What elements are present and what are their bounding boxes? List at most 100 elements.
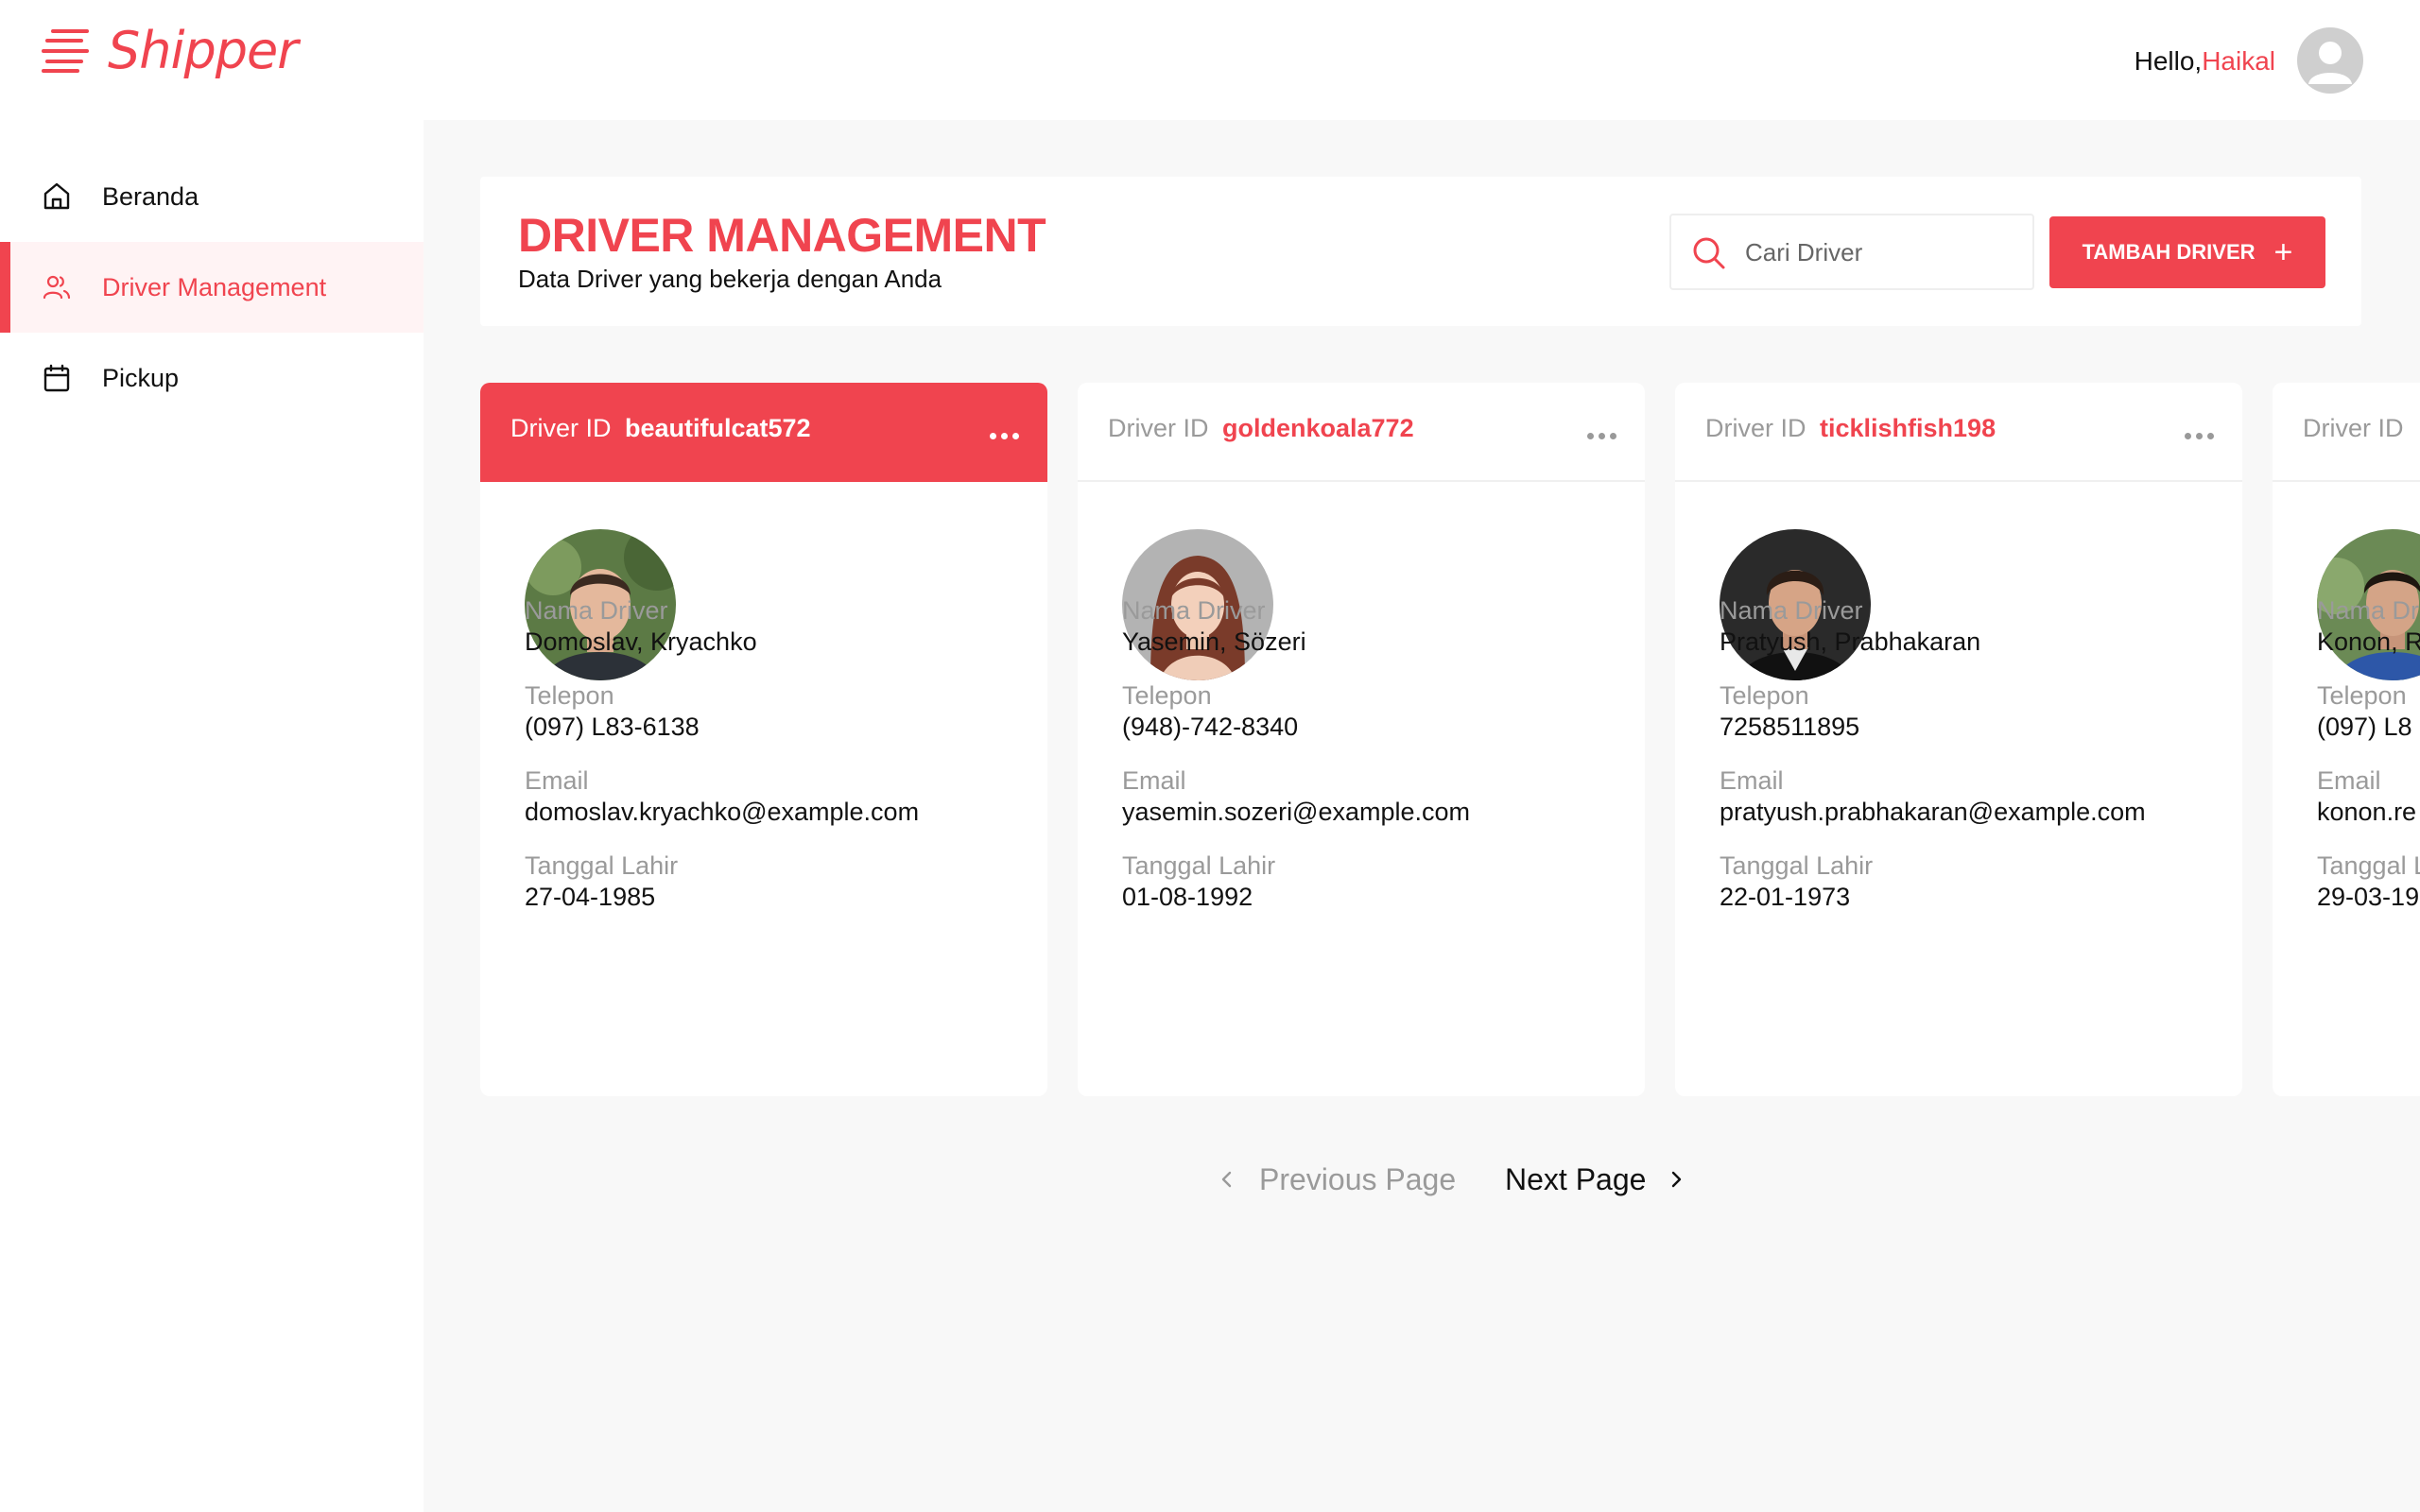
chevron-left-icon	[1221, 1171, 1232, 1188]
page-title: DRIVER MANAGEMENT	[518, 209, 1046, 262]
more-options-icon[interactable]	[2176, 413, 2221, 458]
driver-card-list[interactable]: Driver ID beautifulcat572 Nama Driver Do…	[480, 383, 2420, 1101]
driver-email-value: pratyush.prabhakaran@example.com	[1720, 798, 2146, 826]
calendar-icon	[43, 364, 70, 392]
more-options-icon[interactable]	[981, 413, 1027, 458]
driver-dob-label: Tanggal Lahir	[525, 851, 679, 880]
users-icon	[43, 275, 71, 300]
driver-name-field: Nama Driver Yasemin, Sözeri	[1122, 595, 1306, 658]
plus-icon: +	[2273, 234, 2293, 270]
driver-phone-value: (097) L83-6138	[525, 713, 700, 741]
driver-email-field: Email pratyush.prabhakaran@example.com	[1720, 765, 2146, 828]
driver-email-label: Email	[2317, 766, 2381, 795]
driver-phone-field: Telepon (097) L8	[2317, 680, 2412, 743]
driver-card-header: Driver ID beautifulcat572	[480, 383, 1047, 482]
driver-dob-field: Tanggal Lahir 29-03-19	[2317, 850, 2420, 913]
driver-card[interactable]: Driver ID ticklishfish198 Nama Driver Pr…	[1675, 383, 2242, 1096]
next-page-label: Next Page	[1505, 1161, 1647, 1196]
driver-email-field: Email domoslav.kryachko@example.com	[525, 765, 919, 828]
sidebar-item-driver-management[interactable]: Driver Management	[0, 242, 424, 333]
driver-name-label: Nama Driver	[525, 596, 668, 625]
driver-name-field: Nama Driver Domoslav, Kryachko	[525, 595, 757, 658]
driver-id-value: ticklishfish198	[1820, 414, 1996, 442]
driver-dob-label: Tanggal Lahir	[1720, 851, 1874, 880]
driver-name-label: Nama Driver	[1122, 596, 1266, 625]
sidebar-item-label: Driver Management	[102, 272, 327, 301]
driver-id-value: goldenkoala772	[1222, 414, 1414, 442]
driver-email-value: konon.re	[2317, 798, 2417, 826]
driver-name-label: Nama Driver	[1720, 596, 1863, 625]
home-icon	[43, 182, 70, 210]
driver-card[interactable]: Driver ID beautifulcat572 Nama Driver Do…	[480, 383, 1047, 1096]
sidebar: Beranda Driver Management Pickup	[0, 120, 424, 1512]
brand-name: Shipper	[108, 21, 298, 80]
driver-name-value: Pratyush, Prabhakaran	[1720, 627, 1981, 656]
shipper-logo-icon	[42, 29, 89, 73]
previous-page-label: Previous Page	[1259, 1161, 1457, 1196]
page-header: DRIVER MANAGEMENT Data Driver yang beker…	[480, 177, 2361, 326]
driver-phone-value: (097) L8	[2317, 713, 2412, 741]
driver-name-field: Nama Driver Pratyush, Prabhakaran	[1720, 595, 1980, 658]
driver-phone-field: Telepon (948)-742-8340	[1122, 680, 1298, 743]
driver-email-label: Email	[1122, 766, 1186, 795]
next-page-button[interactable]: Next Page	[1505, 1155, 1685, 1204]
add-driver-button-label: TAMBAH DRIVER	[2082, 240, 2256, 264]
driver-email-field: Email yasemin.sozeri@example.com	[1122, 765, 1470, 828]
driver-id-value: beautifulcat572	[625, 414, 811, 442]
driver-name-value: Konon, R	[2317, 627, 2420, 656]
user-avatar-icon[interactable]	[2297, 27, 2363, 94]
driver-dob-value: 29-03-19	[2317, 883, 2420, 911]
search-input[interactable]	[1745, 232, 2019, 272]
driver-card[interactable]: Driver ID goldenkoala772 Nama Driver Yas…	[1078, 383, 1645, 1096]
driver-dob-value: 27-04-1985	[525, 883, 656, 911]
driver-dob-value: 01-08-1992	[1122, 883, 1253, 911]
driver-dob-value: 22-01-1973	[1720, 883, 1851, 911]
driver-id-label: Driver ID	[2303, 414, 2404, 442]
driver-name-value: Domoslav, Kryachko	[525, 627, 757, 656]
previous-page-button[interactable]: Previous Page	[1218, 1155, 1456, 1204]
search-icon	[1693, 237, 1725, 269]
driver-id-label: Driver ID	[1705, 414, 1806, 442]
driver-dob-label: Tanggal Lahir	[1122, 851, 1276, 880]
driver-phone-label: Telepon	[1720, 681, 1809, 710]
driver-dob-field: Tanggal Lahir 22-01-1973	[1720, 850, 1873, 913]
chevron-right-icon	[1672, 1171, 1682, 1188]
driver-phone-field: Telepon (097) L83-6138	[525, 680, 700, 743]
driver-email-label: Email	[1720, 766, 1784, 795]
driver-card-header: Driver ID goldenkoala772	[1078, 383, 1645, 482]
sidebar-item-beranda[interactable]: Beranda	[0, 151, 424, 242]
driver-name-field: Nama Driver Konon, R	[2317, 595, 2420, 658]
page-subtitle: Data Driver yang bekerja dengan Anda	[518, 265, 942, 293]
top-bar: Shipper Hello,Haikal	[0, 0, 2420, 120]
greeting-text: Hello,	[2134, 46, 2203, 76]
driver-name-label: Nama Driver	[2317, 596, 2420, 625]
more-options-icon[interactable]	[1579, 413, 1624, 458]
user-name: Haikal	[2202, 46, 2275, 76]
driver-email-value: domoslav.kryachko@example.com	[525, 798, 920, 826]
sidebar-item-pickup[interactable]: Pickup	[0, 333, 424, 423]
driver-card-header: Driver ID	[2273, 383, 2420, 482]
sidebar-item-label: Beranda	[102, 181, 199, 211]
add-driver-button[interactable]: TAMBAH DRIVER +	[2049, 216, 2325, 288]
driver-dob-field: Tanggal Lahir 01-08-1992	[1122, 850, 1275, 913]
user-greeting: Hello,Haikal	[2135, 45, 2275, 77]
driver-phone-label: Telepon	[1122, 681, 1212, 710]
sidebar-item-label: Pickup	[102, 363, 180, 392]
driver-email-value: yasemin.sozeri@example.com	[1122, 798, 1471, 826]
driver-email-label: Email	[525, 766, 589, 795]
driver-phone-field: Telepon 7258511895	[1720, 680, 1859, 743]
driver-phone-value: 7258511895	[1720, 713, 1860, 741]
driver-id-label: Driver ID	[510, 414, 612, 442]
search-box[interactable]	[1669, 214, 2034, 290]
driver-dob-label: Tanggal Lahir	[2317, 851, 2420, 880]
driver-card-header: Driver ID ticklishfish198	[1675, 383, 2242, 482]
driver-phone-label: Telepon	[2317, 681, 2407, 710]
driver-card[interactable]: Driver ID Nama Driver Konon, R Telepon (…	[2273, 383, 2420, 1096]
driver-name-value: Yasemin, Sözeri	[1122, 627, 1306, 656]
driver-email-field: Email konon.re	[2317, 765, 2416, 828]
brand-logo[interactable]: Shipper	[40, 21, 298, 80]
driver-phone-value: (948)-742-8340	[1122, 713, 1299, 741]
driver-id-label: Driver ID	[1108, 414, 1209, 442]
driver-dob-field: Tanggal Lahir 27-04-1985	[525, 850, 678, 913]
driver-phone-label: Telepon	[525, 681, 614, 710]
